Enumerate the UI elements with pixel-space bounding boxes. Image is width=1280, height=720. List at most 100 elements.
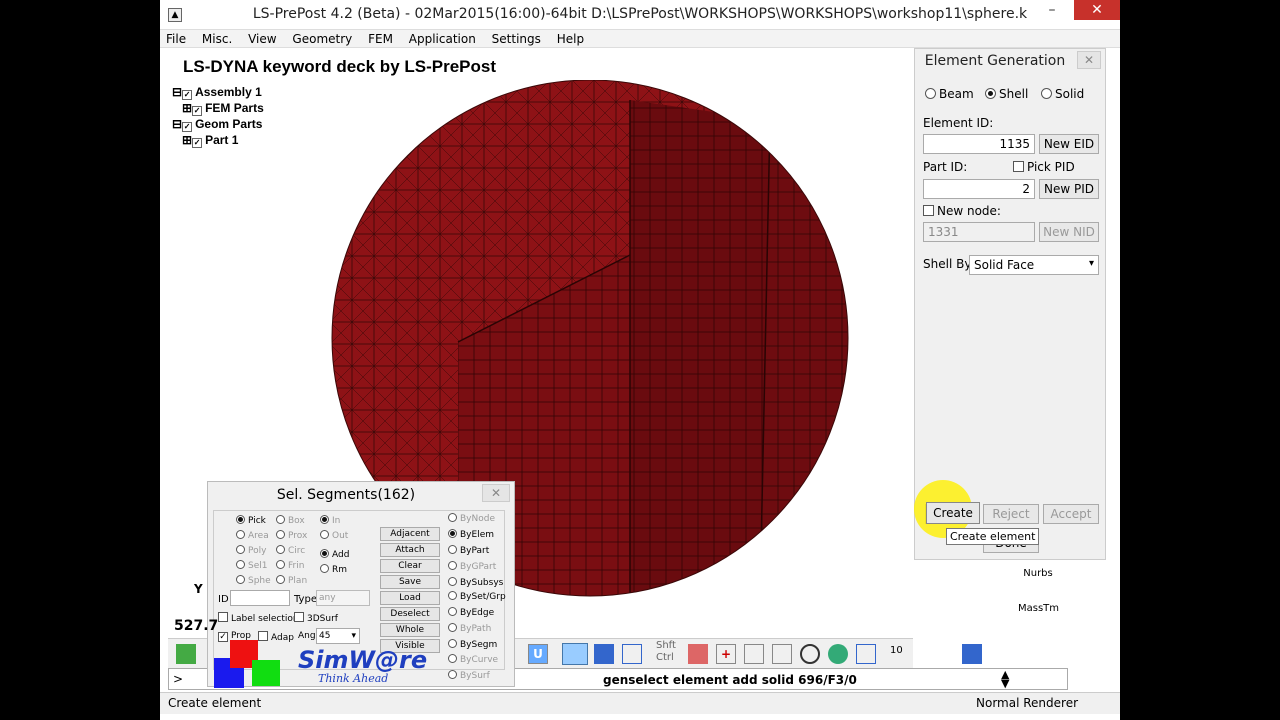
- rotate-icon[interactable]: [800, 644, 820, 664]
- box-icon[interactable]: [856, 644, 876, 664]
- menu-view[interactable]: View: [242, 30, 282, 48]
- zoom-icon[interactable]: [744, 644, 764, 664]
- radio-shell[interactable]: Shell: [985, 87, 1028, 101]
- radio-byelem[interactable]: ByElem: [448, 529, 494, 540]
- wire-cube-icon[interactable]: [622, 644, 642, 664]
- radio-in[interactable]: In: [320, 515, 340, 526]
- new-pid-button[interactable]: New PID: [1039, 179, 1099, 199]
- accept-button[interactable]: Accept: [1043, 504, 1099, 524]
- new-eid-button[interactable]: New EID: [1039, 134, 1099, 154]
- attach-button[interactable]: Attach: [380, 543, 440, 557]
- menu-geometry[interactable]: Geometry: [286, 30, 358, 48]
- menu-file[interactable]: File: [160, 30, 192, 48]
- radio-bygpart[interactable]: ByGPart: [448, 561, 496, 572]
- pick-pid-checkbox[interactable]: Pick PID: [1013, 160, 1075, 174]
- load-button[interactable]: Load: [380, 591, 440, 605]
- 3dsurf-checkbox[interactable]: 3DSurf: [294, 612, 338, 624]
- radio-poly[interactable]: Poly: [236, 545, 266, 556]
- zoom-fit-icon[interactable]: [772, 644, 792, 664]
- panel-close-icon[interactable]: ✕: [1077, 51, 1101, 69]
- expand-icon[interactable]: ⊞: [182, 101, 192, 115]
- id-input[interactable]: [230, 590, 290, 606]
- tree-item-geom-parts[interactable]: ⊟ ✓ Geom Parts: [172, 116, 264, 132]
- radio-bypath[interactable]: ByPath: [448, 623, 491, 634]
- globe-icon[interactable]: [828, 644, 848, 664]
- masstm-label[interactable]: MassTm: [1018, 603, 1059, 614]
- cube-icon[interactable]: [962, 644, 982, 664]
- radio-bysetgrp[interactable]: BySet/Grp: [448, 591, 506, 602]
- dialog-close-icon[interactable]: ✕: [482, 484, 510, 502]
- radio-plan[interactable]: Plan: [276, 575, 307, 586]
- radio-icon: [448, 545, 457, 554]
- create-button-hover[interactable]: Create: [926, 502, 980, 524]
- element-id-field[interactable]: 1135: [923, 134, 1035, 154]
- radio-circ[interactable]: Circ: [276, 545, 305, 556]
- part-id-field[interactable]: 2: [923, 179, 1035, 199]
- eraser-icon[interactable]: [688, 644, 708, 664]
- type-select[interactable]: any: [316, 590, 370, 606]
- radio-out[interactable]: Out: [320, 530, 348, 541]
- radio-pick[interactable]: Pick: [236, 515, 266, 526]
- snap-icon[interactable]: [176, 644, 196, 664]
- radio-bypart[interactable]: ByPart: [448, 545, 489, 556]
- adjacent-button[interactable]: Adjacent: [380, 527, 440, 541]
- shell-by-select[interactable]: Solid Face ▾: [969, 255, 1099, 275]
- radio-icon: [236, 575, 245, 584]
- menu-fem[interactable]: FEM: [362, 30, 399, 48]
- tree-item-fem-parts[interactable]: ⊞ ✓ FEM Parts: [172, 100, 264, 116]
- add-icon[interactable]: +: [716, 644, 736, 664]
- menu-misc[interactable]: Misc.: [196, 30, 238, 48]
- tree-checkbox[interactable]: ✓: [182, 122, 193, 132]
- radio-beam[interactable]: Beam: [925, 87, 974, 101]
- label-selection-checkbox[interactable]: Label selection: [218, 612, 299, 624]
- expand-icon[interactable]: ⊟: [172, 117, 182, 131]
- u-icon[interactable]: U: [528, 644, 548, 664]
- tree-checkbox[interactable]: ✓: [182, 90, 193, 100]
- count-label: 10: [890, 645, 903, 656]
- minimize-button[interactable]: –: [1038, 0, 1066, 22]
- solid-cube-icon[interactable]: [594, 644, 614, 664]
- radio-solid[interactable]: Solid: [1041, 87, 1084, 101]
- axes-icon[interactable]: [930, 642, 954, 664]
- menu-settings[interactable]: Settings: [486, 30, 547, 48]
- cube-view-icon[interactable]: [562, 643, 588, 665]
- command-scroll-icon[interactable]: ▲ ▼: [1001, 669, 1009, 689]
- node-id-field[interactable]: 1331: [923, 222, 1035, 242]
- radio-bysurf[interactable]: BySurf: [448, 670, 490, 681]
- expand-icon[interactable]: ⊞: [182, 133, 192, 147]
- deselect-button[interactable]: Deselect: [380, 607, 440, 621]
- radio-bysubsys[interactable]: BySubsys: [448, 577, 503, 588]
- clear-button[interactable]: Clear: [380, 559, 440, 573]
- checkbox-icon: [923, 205, 934, 216]
- tree-item-part-1[interactable]: ⊞ ✓ Part 1: [172, 132, 264, 148]
- tree-item-assembly[interactable]: ⊟ ✓ Assembly 1: [172, 84, 264, 100]
- expand-icon[interactable]: ⊟: [172, 85, 182, 99]
- radio-bycurve[interactable]: ByCurve: [448, 654, 498, 665]
- radio-rm[interactable]: Rm: [320, 564, 347, 575]
- radio-area[interactable]: Area: [236, 530, 269, 541]
- radio-bynode[interactable]: ByNode: [448, 513, 495, 524]
- radio-sel1[interactable]: Sel1: [236, 560, 267, 571]
- tree-checkbox[interactable]: ✓: [192, 138, 203, 148]
- new-nid-button[interactable]: New NID: [1039, 222, 1099, 242]
- nurbs-label[interactable]: Nurbs: [1018, 568, 1058, 579]
- radio-add[interactable]: Add: [320, 549, 349, 560]
- tree-checkbox[interactable]: ✓: [192, 106, 203, 116]
- tooltip: Create element: [946, 528, 1040, 545]
- menu-help[interactable]: Help: [551, 30, 590, 48]
- radio-icon: [236, 560, 245, 569]
- reject-button[interactable]: Reject: [983, 504, 1039, 524]
- radio-icon: [448, 670, 457, 679]
- whole-button[interactable]: Whole: [380, 623, 440, 637]
- save-button[interactable]: Save: [380, 575, 440, 589]
- new-node-checkbox[interactable]: New node:: [923, 204, 1001, 218]
- ctrl-label: Ctrl: [656, 652, 674, 663]
- radio-sphe[interactable]: Sphe: [236, 575, 271, 586]
- radio-bysegm[interactable]: BySegm: [448, 639, 497, 650]
- radio-byedge[interactable]: ByEdge: [448, 607, 494, 618]
- radio-prox[interactable]: Prox: [276, 530, 307, 541]
- menu-application[interactable]: Application: [403, 30, 482, 48]
- radio-frin[interactable]: Frin: [276, 560, 304, 571]
- close-button[interactable]: ✕: [1074, 0, 1120, 20]
- radio-box[interactable]: Box: [276, 515, 305, 526]
